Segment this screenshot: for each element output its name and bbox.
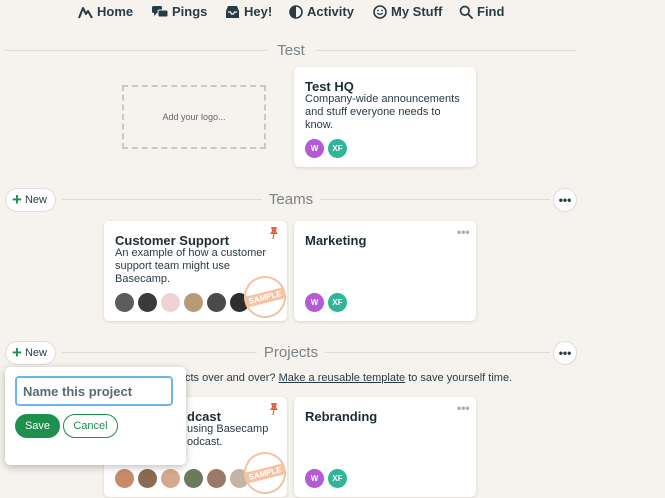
add-logo-label: Add your logo... xyxy=(162,112,226,122)
project-card-description: using Basecamp xyxy=(187,423,269,435)
avatar[interactable]: W xyxy=(305,293,324,312)
top-nav: Home Pings Hey! Activity My Stuff Find xyxy=(0,0,665,26)
teams-section-title: Teams xyxy=(268,191,314,208)
avatar[interactable]: W xyxy=(305,139,324,158)
pin-icon[interactable] xyxy=(269,403,279,415)
teams-more-button[interactable]: ••• xyxy=(553,188,577,212)
avatar[interactable] xyxy=(161,293,180,312)
smiley-icon xyxy=(373,4,387,19)
new-team-button[interactable]: + New xyxy=(5,188,56,212)
new-team-label: New xyxy=(24,194,47,206)
save-button[interactable]: Save xyxy=(15,414,60,438)
avatar[interactable] xyxy=(161,469,180,488)
pin-icon[interactable] xyxy=(269,227,279,239)
card-menu-icon[interactable]: ••• xyxy=(457,401,470,415)
section-divider xyxy=(320,199,550,200)
reusable-template-link[interactable]: Make a reusable template xyxy=(279,372,406,384)
more-dots-icon: ••• xyxy=(558,346,572,360)
team-card-title: Customer Support xyxy=(115,233,230,248)
hq-card-title: Test HQ xyxy=(305,79,354,94)
more-dots-icon: ••• xyxy=(558,193,572,207)
nav-find-label: Find xyxy=(477,4,505,19)
avatar[interactable] xyxy=(115,293,134,312)
customer-support-card[interactable]: Customer Support An example of how a cus… xyxy=(104,221,291,323)
avatar[interactable] xyxy=(184,293,203,312)
section-divider xyxy=(5,50,267,51)
avatar[interactable] xyxy=(138,293,157,312)
new-project-label: New xyxy=(24,347,47,359)
team-card-description: An example of how a customer support tea… xyxy=(115,247,267,285)
project-card-title: dcast xyxy=(187,409,221,424)
section-divider xyxy=(315,50,576,51)
chat-bubbles-icon xyxy=(152,5,168,17)
avatar[interactable] xyxy=(207,293,226,312)
avatar[interactable]: XF xyxy=(328,293,347,312)
hq-card-description: Company-wide announcements and stuff eve… xyxy=(305,93,460,131)
project-card-description: odcast. xyxy=(187,436,223,448)
cancel-button[interactable]: Cancel xyxy=(63,414,118,438)
nav-hey[interactable]: Hey! xyxy=(225,4,272,19)
card-menu-icon[interactable]: ••• xyxy=(457,225,470,239)
new-project-popover: Save Cancel xyxy=(5,367,186,465)
rebranding-card[interactable]: Rebranding ••• W XF xyxy=(294,397,476,497)
new-project-button[interactable]: + New xyxy=(5,341,56,365)
projects-more-button[interactable]: ••• xyxy=(553,341,577,365)
nav-hey-label: Hey! xyxy=(244,4,273,19)
avatar[interactable]: W xyxy=(305,469,324,488)
nav-activity-label: Activity xyxy=(307,4,354,19)
nav-my-stuff-label: My Stuff xyxy=(391,4,443,19)
nav-activity[interactable]: Activity xyxy=(289,4,354,19)
avatar[interactable] xyxy=(207,469,226,488)
section-divider xyxy=(62,352,257,353)
marketing-card[interactable]: Marketing ••• W XF xyxy=(294,221,476,321)
hq-card[interactable]: Test HQ Company-wide announcements and s… xyxy=(294,67,476,167)
sample-stamp-label: SAMPLE xyxy=(244,462,286,484)
template-hint: cts over and over? Make a reusable templ… xyxy=(185,372,512,384)
activity-pie-icon xyxy=(289,4,303,19)
project-name-input[interactable] xyxy=(15,376,173,406)
section-divider xyxy=(325,352,550,353)
template-hint-prefix: cts over and over? xyxy=(185,372,276,384)
avatar[interactable] xyxy=(138,469,157,488)
nav-find[interactable]: Find xyxy=(459,4,504,19)
section-divider xyxy=(62,199,262,200)
plus-icon: + xyxy=(12,189,22,209)
sample-stamp-label: SAMPLE xyxy=(244,286,286,308)
project-card-title: Rebranding xyxy=(305,409,378,424)
add-logo-placeholder[interactable]: Add your logo... xyxy=(122,85,266,149)
avatar[interactable] xyxy=(184,469,203,488)
avatar[interactable]: XF xyxy=(328,139,347,158)
template-hint-suffix: to save yourself time. xyxy=(408,372,513,384)
sample-stamp: SAMPLE xyxy=(239,447,291,498)
company-section-title: Test xyxy=(277,42,305,59)
avatar[interactable] xyxy=(115,469,134,488)
avatar[interactable]: XF xyxy=(328,469,347,488)
basecamp-mountain-icon xyxy=(78,6,93,18)
nav-pings[interactable]: Pings xyxy=(152,4,207,19)
projects-section-title: Projects xyxy=(263,344,319,361)
inbox-icon xyxy=(226,5,239,18)
nav-home[interactable]: Home xyxy=(78,4,133,19)
team-card-title: Marketing xyxy=(305,233,367,248)
nav-my-stuff[interactable]: My Stuff xyxy=(373,4,442,19)
plus-icon: + xyxy=(12,342,22,362)
nav-home-label: Home xyxy=(97,4,134,19)
search-icon xyxy=(459,5,473,19)
nav-pings-label: Pings xyxy=(172,4,208,19)
